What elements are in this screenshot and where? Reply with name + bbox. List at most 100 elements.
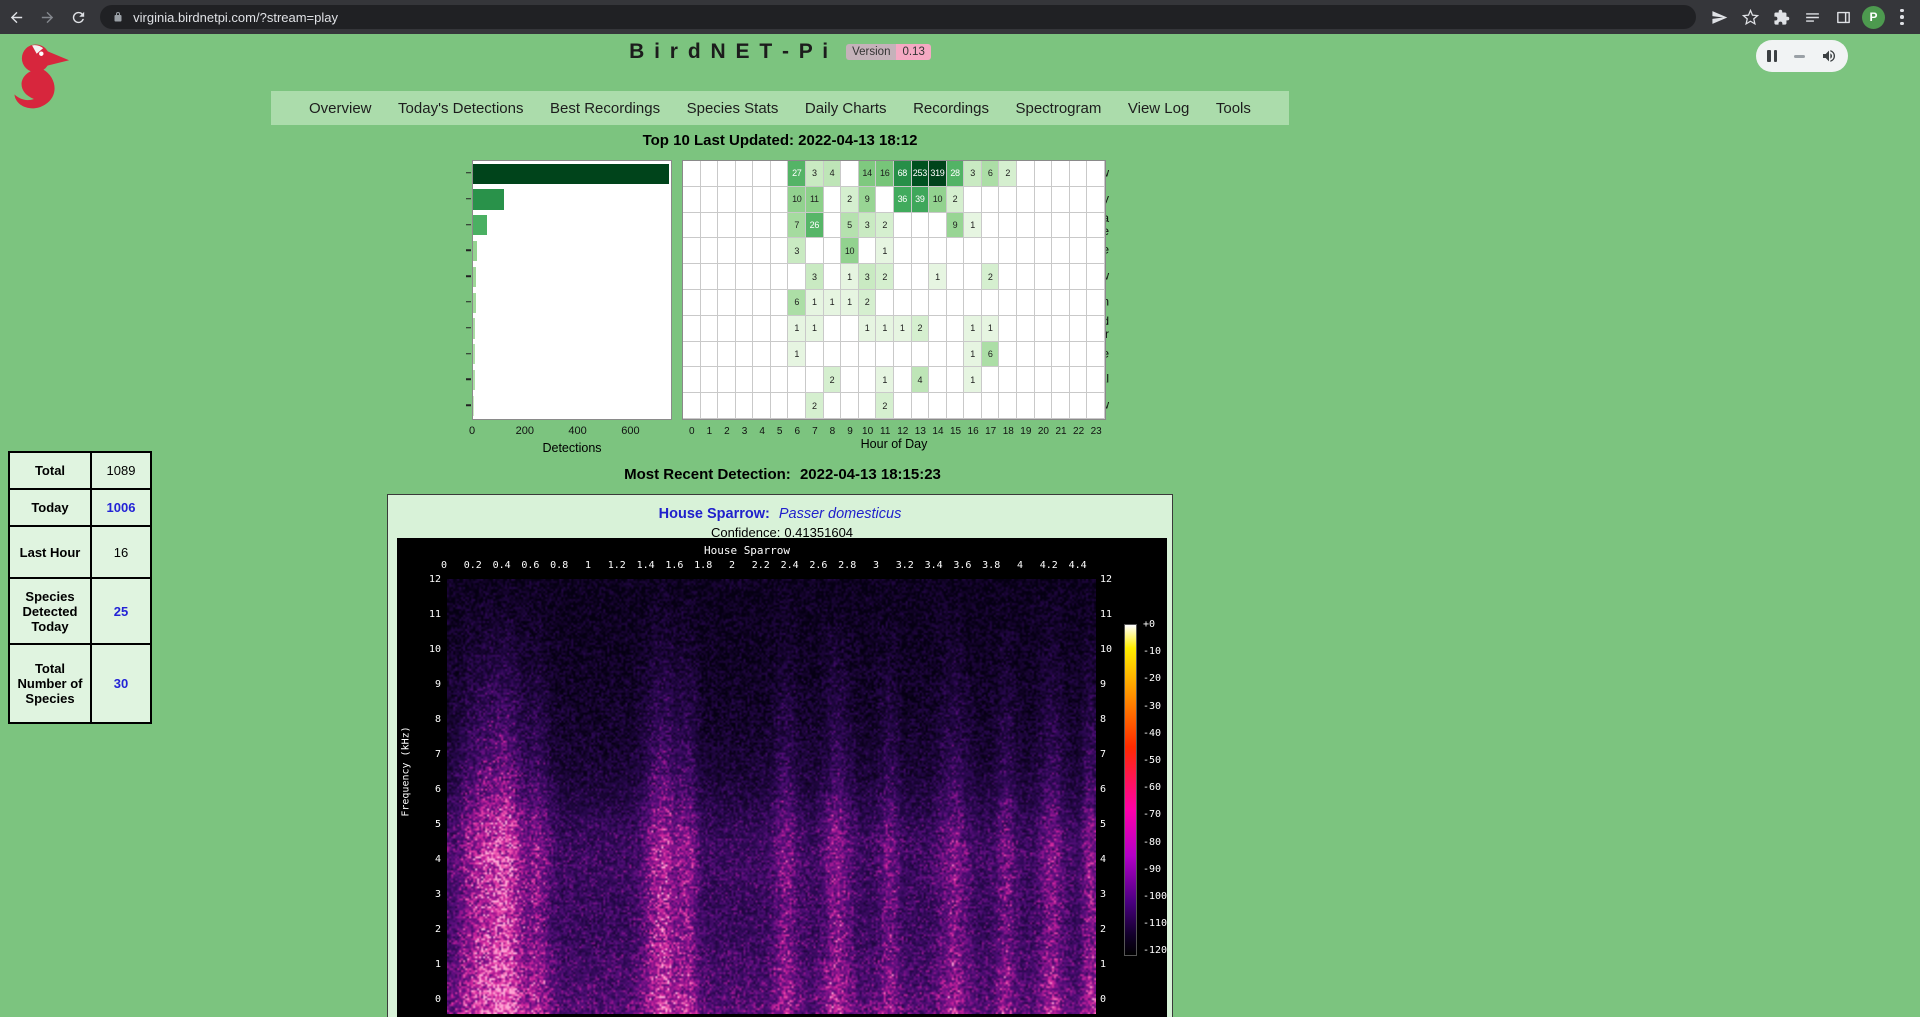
heatmap-cell <box>683 264 701 290</box>
extensions-button[interactable] <box>1767 3 1795 31</box>
heatmap-cell: 28 <box>947 161 965 187</box>
species-latin-name[interactable]: Passer domesticus <box>779 506 902 522</box>
send-button[interactable] <box>1705 3 1733 31</box>
heatmap-cell: 1 <box>859 316 877 342</box>
heatmap-cell <box>964 393 982 419</box>
seek-slider[interactable] <box>1794 55 1805 58</box>
nav-item-view-log[interactable]: View Log <box>1128 100 1189 117</box>
hour-axis-tick: 22 <box>1073 426 1084 437</box>
heatmap-cell <box>824 238 842 264</box>
heatmap-cell <box>753 238 771 264</box>
heatmap-cell <box>894 367 912 393</box>
heatmap-cell: 2 <box>982 264 1000 290</box>
heatmap-cell <box>771 264 789 290</box>
heatmap-cell <box>1070 213 1088 239</box>
heatmap-cell <box>718 264 736 290</box>
table-row: Today 1006 <box>9 489 151 526</box>
spectrogram-image <box>447 579 1096 1014</box>
nav-item-species-stats[interactable]: Species Stats <box>687 100 779 117</box>
db-scale-tick: -80 <box>1143 837 1161 848</box>
time-axis-tick: 1.4 <box>637 560 655 571</box>
version-value: 0.13 <box>896 44 930 60</box>
heatmap-cell <box>982 367 1000 393</box>
nav-item-today-s-detections[interactable]: Today's Detections <box>398 100 523 117</box>
time-axis-tick: 0.2 <box>464 560 482 571</box>
heatmap-cell <box>859 342 877 368</box>
time-axis-tick: 3 <box>873 560 879 571</box>
heatmap-cell <box>736 367 754 393</box>
forward-button[interactable] <box>34 3 62 31</box>
heatmap-cell <box>1087 342 1105 368</box>
detection-bar <box>473 215 487 235</box>
heatmap-cell: 10 <box>929 187 947 213</box>
heatmap-cell <box>736 187 754 213</box>
heatmap-cell <box>1017 393 1035 419</box>
bookmark-button[interactable] <box>1736 3 1764 31</box>
nav-item-spectrogram[interactable]: Spectrogram <box>1015 100 1101 117</box>
header: B i r d N E T - P i Version 0.13 <box>0 40 1560 64</box>
heatmap-cell <box>701 213 719 239</box>
heatmap-cell: 2 <box>999 161 1017 187</box>
pause-icon[interactable] <box>1767 50 1777 62</box>
heatmap-cell: 4 <box>824 161 842 187</box>
menu-icon[interactable] <box>1890 9 1914 26</box>
detection-box: House Sparrow:Passer domesticus Confiden… <box>387 494 1173 1017</box>
heatmap-cell <box>894 238 912 264</box>
heatmap-cell: 4 <box>912 367 930 393</box>
heatmap-cell <box>683 290 701 316</box>
heatmap-cell <box>894 290 912 316</box>
heatmap-cell <box>736 393 754 419</box>
heatmap-cell <box>929 342 947 368</box>
heatmap-cell <box>736 213 754 239</box>
heatmap-cell <box>1087 161 1105 187</box>
nav-item-recordings[interactable]: Recordings <box>913 100 989 117</box>
nav-item-best-recordings[interactable]: Best Recordings <box>550 100 660 117</box>
stat-value-total-species-link[interactable]: 30 <box>114 676 128 691</box>
heatmap-cell <box>718 213 736 239</box>
heat-axis-label: Hour of Day <box>861 437 928 451</box>
heatmap-cell: 5 <box>841 213 859 239</box>
heatmap-cell: 27 <box>788 161 806 187</box>
stat-label-total-species: Total Number of Species <box>9 644 91 723</box>
heatmap-cell <box>824 342 842 368</box>
heatmap-cell <box>841 342 859 368</box>
db-scale-tick: -110 <box>1143 918 1167 929</box>
reading-list-button[interactable] <box>1798 3 1826 31</box>
audio-player[interactable] <box>1756 40 1848 72</box>
nav-item-daily-charts[interactable]: Daily Charts <box>805 100 887 117</box>
heatmap-cell <box>1035 367 1053 393</box>
stat-value-today-link[interactable]: 1006 <box>107 500 136 515</box>
volume-icon[interactable] <box>1821 48 1837 64</box>
heatmap-cell <box>771 367 789 393</box>
detection-bar <box>473 189 504 209</box>
heatmap-cell <box>1017 213 1035 239</box>
hour-axis-tick: 14 <box>932 426 943 437</box>
freq-axis-tick: 0 <box>399 994 441 1005</box>
heatmap-cell: 3 <box>964 161 982 187</box>
reload-button[interactable] <box>64 3 92 31</box>
heatmap-cell <box>1070 161 1088 187</box>
profile-avatar[interactable]: P <box>1862 6 1885 29</box>
axis-tick <box>466 327 471 329</box>
side-panel-button[interactable] <box>1829 3 1857 31</box>
heatmap-cell <box>999 342 1017 368</box>
heatmap-cell <box>929 316 947 342</box>
db-scale-tick: -120 <box>1143 945 1167 956</box>
heatmap-cell <box>1035 238 1053 264</box>
heatmap-cell <box>1035 342 1053 368</box>
species-common-name[interactable]: House Sparrow: <box>659 506 770 522</box>
back-button[interactable] <box>3 3 31 31</box>
url-bar[interactable]: virginia.birdnetpi.com/?stream=play <box>100 5 1696 29</box>
stat-label-species-today: Species Detected Today <box>9 578 91 644</box>
back-icon <box>8 9 25 26</box>
stat-value-species-today-link[interactable]: 25 <box>114 604 128 619</box>
heatmap-cell <box>1035 161 1053 187</box>
heatmap-cell: 1 <box>876 238 894 264</box>
heatmap-cell <box>718 342 736 368</box>
heatmap-cell <box>701 187 719 213</box>
heatmap-cell <box>753 393 771 419</box>
nav-item-overview[interactable]: Overview <box>309 100 372 117</box>
heatmap-cell <box>999 264 1017 290</box>
nav-item-tools[interactable]: Tools <box>1216 100 1251 117</box>
reading-list-icon <box>1804 9 1821 26</box>
